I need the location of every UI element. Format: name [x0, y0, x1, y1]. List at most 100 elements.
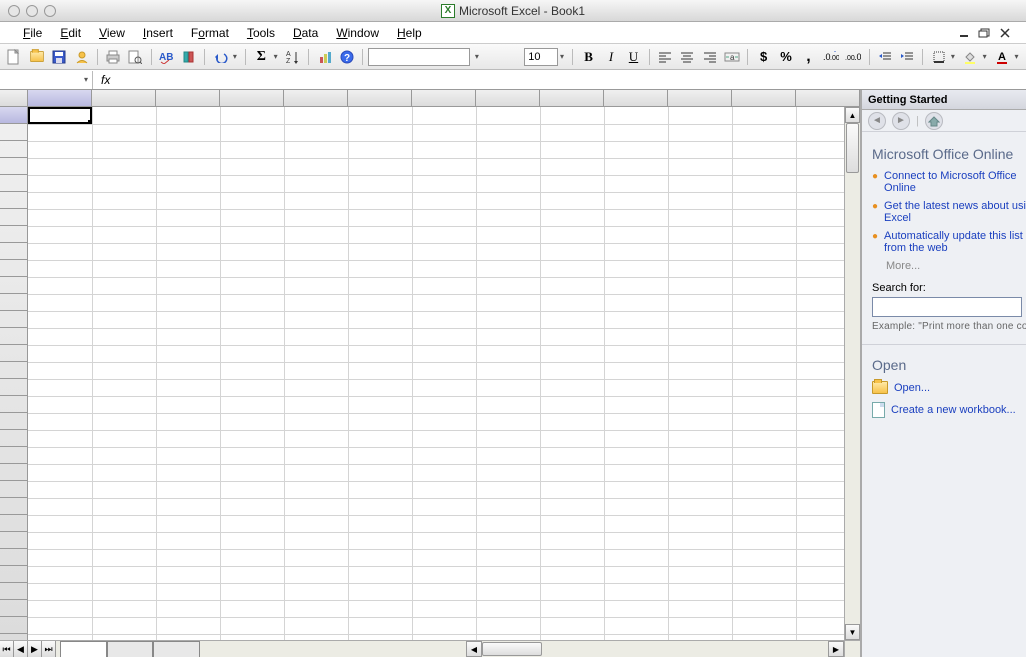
- close-doc-icon[interactable]: [998, 28, 1012, 38]
- open-link[interactable]: Open...: [894, 382, 930, 394]
- close-window-icon[interactable]: [8, 5, 20, 17]
- bold-button[interactable]: B: [578, 46, 598, 68]
- borders-button[interactable]: [928, 46, 948, 68]
- align-center-button[interactable]: [677, 46, 697, 68]
- create-workbook-link[interactable]: Create a new workbook...: [891, 404, 1016, 416]
- sort-asc-button[interactable]: AZ: [283, 46, 303, 68]
- align-left-button[interactable]: [655, 46, 675, 68]
- merge-center-button[interactable]: a: [722, 46, 742, 68]
- print-button[interactable]: [103, 46, 123, 68]
- fill-color-dropdown[interactable]: ▾: [983, 52, 990, 61]
- open-button[interactable]: [26, 46, 46, 68]
- row-header[interactable]: [0, 277, 27, 294]
- research-button[interactable]: [179, 46, 199, 68]
- menu-help[interactable]: Help: [388, 26, 431, 40]
- menu-view[interactable]: View: [90, 26, 134, 40]
- row-header[interactable]: [0, 566, 27, 583]
- fx-label[interactable]: fx: [93, 73, 118, 87]
- nav-forward-icon[interactable]: ►: [892, 112, 910, 130]
- search-input[interactable]: [872, 297, 1022, 317]
- font-name-dropdown[interactable]: ▾: [475, 52, 482, 61]
- column-header[interactable]: [156, 90, 220, 106]
- row-header[interactable]: [0, 362, 27, 379]
- column-header[interactable]: [732, 90, 796, 106]
- row-header[interactable]: [0, 379, 27, 396]
- menu-window[interactable]: Window: [327, 26, 388, 40]
- column-header[interactable]: [348, 90, 412, 106]
- menu-edit[interactable]: Edit: [51, 26, 90, 40]
- row-header[interactable]: [0, 430, 27, 447]
- row-header[interactable]: [0, 600, 27, 617]
- sheet-tab[interactable]: [60, 641, 107, 657]
- row-header[interactable]: [0, 532, 27, 549]
- link-latest-news[interactable]: Get the latest news about using Excel: [884, 200, 1026, 224]
- menu-format[interactable]: Format: [182, 26, 238, 40]
- increase-indent-button[interactable]: [897, 46, 917, 68]
- decrease-indent-button[interactable]: [875, 46, 895, 68]
- font-size-dropdown[interactable]: ▾: [560, 52, 567, 61]
- row-header[interactable]: [0, 175, 27, 192]
- column-header[interactable]: [540, 90, 604, 106]
- borders-dropdown[interactable]: ▾: [951, 52, 958, 61]
- increase-decimal-button[interactable]: .0.00: [821, 46, 841, 68]
- column-header[interactable]: [412, 90, 476, 106]
- scroll-left-icon[interactable]: ◀: [466, 641, 482, 657]
- permission-button[interactable]: [71, 46, 91, 68]
- font-color-button[interactable]: A: [992, 46, 1012, 68]
- row-header[interactable]: [0, 345, 27, 362]
- row-header[interactable]: [0, 311, 27, 328]
- menu-file[interactable]: File: [14, 26, 51, 40]
- column-header[interactable]: [284, 90, 348, 106]
- tab-next-icon[interactable]: ▶: [28, 641, 42, 657]
- row-header[interactable]: [0, 515, 27, 532]
- scroll-right-icon[interactable]: ▶: [828, 641, 844, 657]
- scroll-up-icon[interactable]: ▲: [845, 107, 860, 123]
- scroll-thumb[interactable]: [846, 123, 859, 173]
- column-header[interactable]: [796, 90, 860, 106]
- row-header[interactable]: [0, 617, 27, 634]
- column-header[interactable]: [220, 90, 284, 106]
- more-link[interactable]: More...: [886, 260, 1026, 272]
- row-header[interactable]: [0, 141, 27, 158]
- column-header[interactable]: [668, 90, 732, 106]
- scroll-down-icon[interactable]: ▼: [845, 624, 860, 640]
- menu-tools[interactable]: Tools: [238, 26, 284, 40]
- autosum-button[interactable]: Σ: [251, 46, 271, 68]
- row-header[interactable]: [0, 124, 27, 141]
- row-header[interactable]: [0, 498, 27, 515]
- sheet-tab[interactable]: [153, 641, 200, 657]
- restore-doc-icon[interactable]: [978, 28, 992, 38]
- row-header[interactable]: [0, 464, 27, 481]
- italic-button[interactable]: I: [601, 46, 621, 68]
- undo-button[interactable]: [210, 46, 230, 68]
- row-header[interactable]: [0, 396, 27, 413]
- column-header[interactable]: [604, 90, 668, 106]
- name-box[interactable]: ▾: [0, 71, 93, 89]
- menu-insert[interactable]: Insert: [134, 26, 182, 40]
- fill-color-button[interactable]: [960, 46, 980, 68]
- row-header[interactable]: [0, 243, 27, 260]
- active-cell[interactable]: [28, 107, 92, 124]
- tab-last-icon[interactable]: ⏭: [42, 641, 56, 657]
- help-button[interactable]: ?: [337, 46, 357, 68]
- horizontal-scrollbar[interactable]: ◀ ▶: [466, 641, 844, 657]
- row-header[interactable]: [0, 481, 27, 498]
- row-header[interactable]: [0, 294, 27, 311]
- row-header[interactable]: [0, 328, 27, 345]
- underline-button[interactable]: U: [623, 46, 643, 68]
- zoom-window-icon[interactable]: [44, 5, 56, 17]
- nav-home-icon[interactable]: [925, 112, 943, 130]
- row-header[interactable]: [0, 583, 27, 600]
- tab-first-icon[interactable]: ⏮: [0, 641, 14, 657]
- percent-button[interactable]: %: [776, 46, 796, 68]
- save-button[interactable]: [49, 46, 69, 68]
- scroll-thumb[interactable]: [482, 642, 542, 656]
- menu-data[interactable]: Data: [284, 26, 327, 40]
- minimize-doc-icon[interactable]: [958, 28, 972, 38]
- autosum-dropdown[interactable]: ▾: [274, 52, 281, 61]
- spelling-button[interactable]: AB: [157, 46, 177, 68]
- minimize-window-icon[interactable]: [26, 5, 38, 17]
- undo-history-dropdown[interactable]: ▾: [233, 52, 240, 61]
- vertical-scrollbar[interactable]: ▲ ▼: [844, 107, 860, 640]
- font-name-selector[interactable]: [368, 48, 470, 66]
